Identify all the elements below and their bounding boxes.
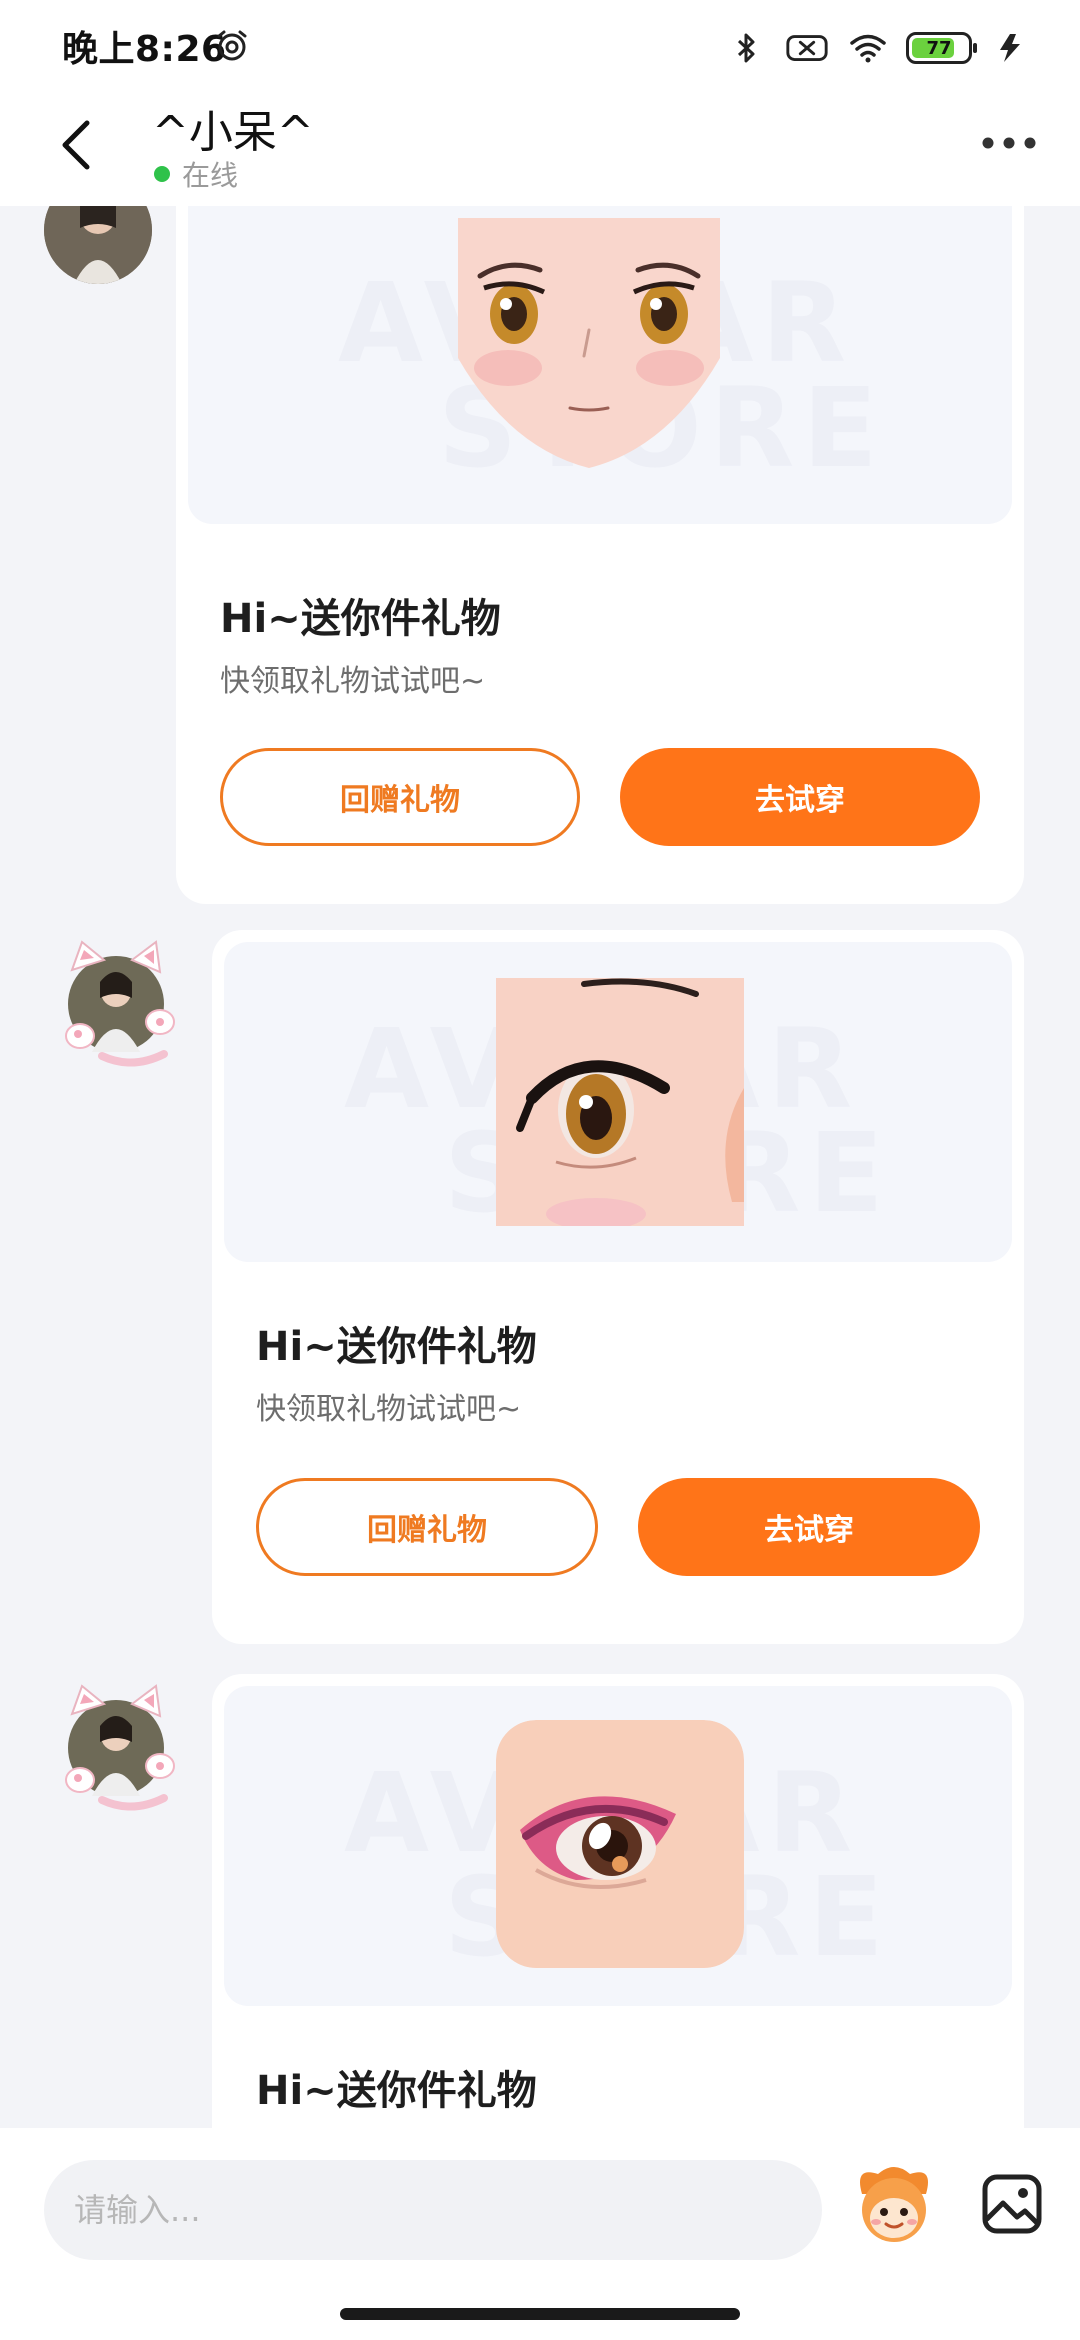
return-gift-button[interactable]: 回赠礼物 <box>256 1478 598 1576</box>
chat-header: ^小呆^ 在线 <box>0 92 1080 206</box>
message-input[interactable] <box>44 2160 822 2260</box>
status-time: 晚上8:26 <box>62 29 227 70</box>
online-dot-icon <box>154 166 170 182</box>
gift-preview: AVATAR STORE <box>188 206 1012 524</box>
gift-card: AVATAR STORE <box>176 206 1024 904</box>
home-indicator[interactable] <box>340 2308 740 2320</box>
gift-eyeshadow-image <box>496 1720 744 1968</box>
chevron-left-icon <box>62 120 90 170</box>
image-button[interactable] <box>966 2158 1058 2250</box>
more-options-button[interactable] <box>974 118 1044 168</box>
presence-label: 在线 <box>182 159 239 192</box>
message-item: AVATAR STORE <box>0 206 1080 906</box>
more-dots-icon <box>982 137 1036 149</box>
battery-level: 77 <box>926 37 952 59</box>
avatar[interactable] <box>44 206 152 284</box>
message-item: AVATAR STORE <box>0 930 1080 1680</box>
avatar[interactable] <box>52 936 190 1074</box>
gift-title: Hi~送你件礼物 <box>256 2068 537 2114</box>
mascot-button[interactable] <box>848 2158 940 2250</box>
gift-card: AVATAR STORE Hi~送你件礼物 <box>212 1674 1024 2128</box>
avatar-photo <box>44 206 152 284</box>
avatar[interactable] <box>52 1680 190 1818</box>
presence-status: 在线 <box>154 154 238 194</box>
chat-messages[interactable]: AVATAR STORE <box>0 206 1080 2128</box>
avatar-cat-frame-icon <box>65 1684 175 1811</box>
contact-name[interactable]: ^小呆^ <box>152 96 314 160</box>
gift-title: Hi~送你件礼物 <box>220 596 501 642</box>
try-on-button[interactable]: 去试穿 <box>638 1478 980 1576</box>
bluetooth-icon <box>737 33 755 63</box>
wifi-icon <box>850 34 886 63</box>
try-on-button[interactable]: 去试穿 <box>620 748 980 846</box>
gift-subtitle: 快领取礼物试试吧~ <box>220 664 486 699</box>
status-bar: 晚上8:26 77 <box>0 0 1080 92</box>
battery-icon: 77 <box>906 32 977 64</box>
gift-face-image <box>458 218 720 480</box>
gift-card: AVATAR STORE <box>212 930 1024 1644</box>
status-icons: 77 <box>726 26 1030 70</box>
charging-icon <box>1000 34 1020 62</box>
avatar-cat-frame-icon <box>65 940 175 1067</box>
input-bar <box>0 2128 1080 2340</box>
back-button[interactable] <box>46 110 106 180</box>
mascot-icon <box>860 2167 928 2242</box>
message-item: AVATAR STORE Hi~送你件礼物 <box>0 1674 1080 2128</box>
image-icon <box>982 2174 1042 2234</box>
sim-off-icon <box>786 35 828 61</box>
gift-title: Hi~送你件礼物 <box>256 1324 537 1370</box>
gift-eye-image <box>496 978 744 1226</box>
return-gift-button[interactable]: 回赠礼物 <box>220 748 580 846</box>
alarm-icon <box>217 30 247 61</box>
gift-preview: AVATAR STORE <box>224 942 1012 1262</box>
gift-subtitle: 快领取礼物试试吧~ <box>256 1392 522 1427</box>
gift-preview: AVATAR STORE <box>224 1686 1012 2006</box>
